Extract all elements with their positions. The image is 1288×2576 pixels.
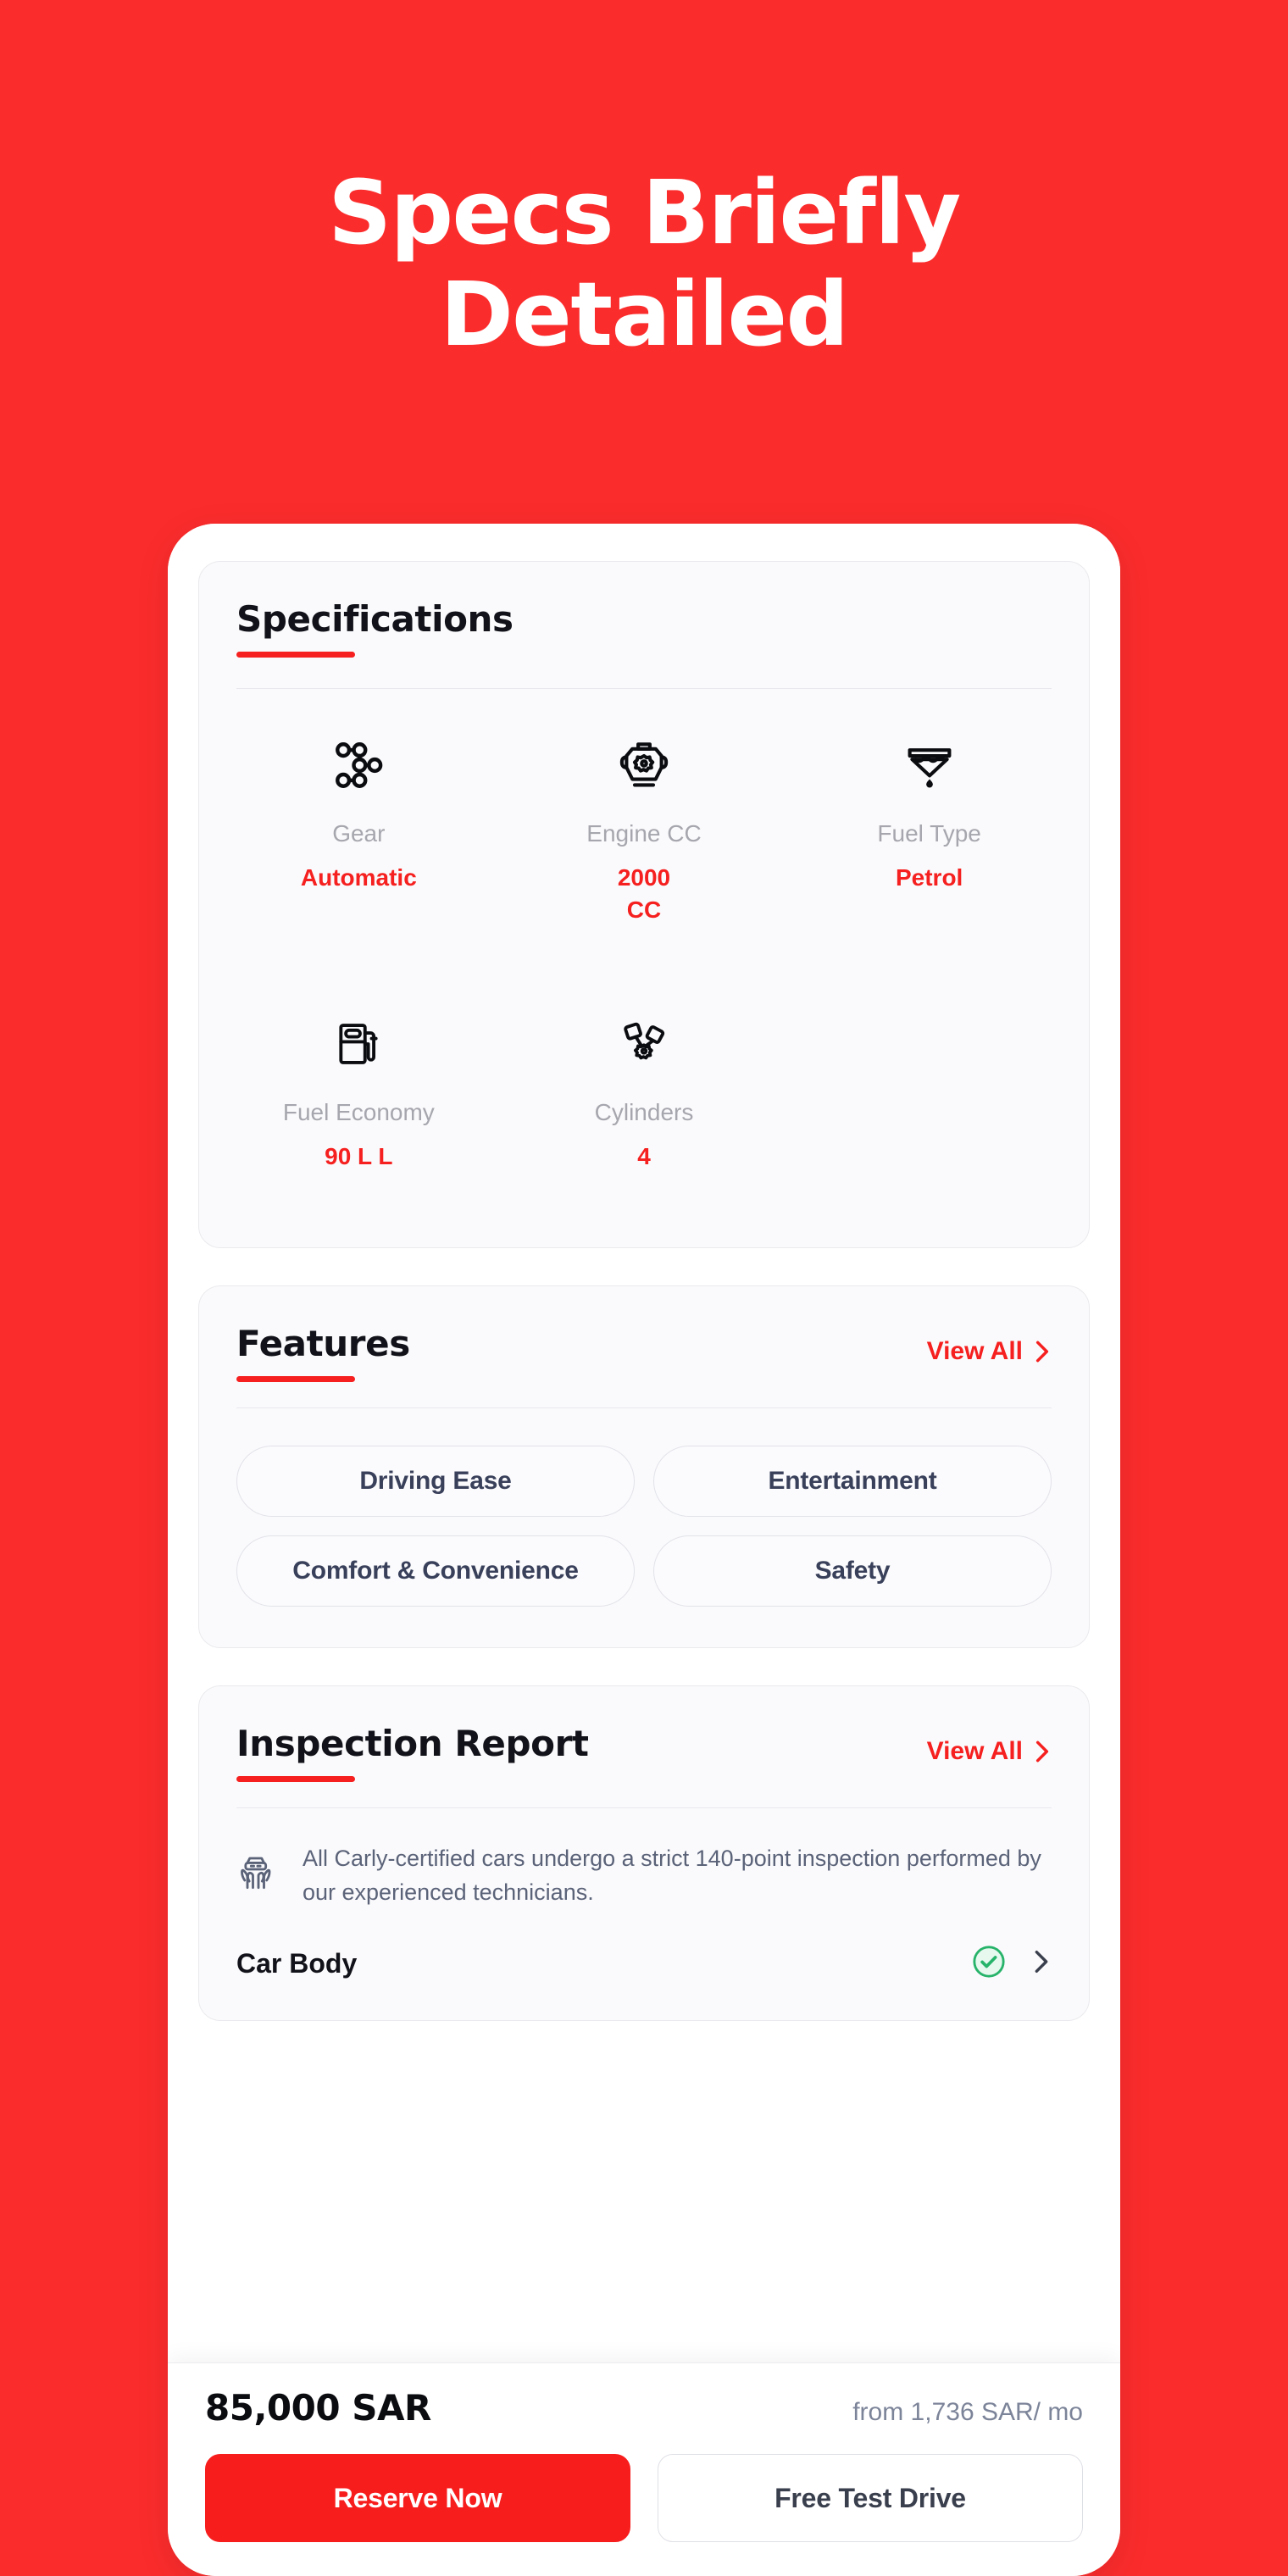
pistons-icon bbox=[618, 1012, 670, 1076]
specifications-grid: Gear Automatic Engine CC 2000 CC Fuel Ty… bbox=[199, 689, 1089, 1247]
inspection-note-text: All Carly-certified cars undergo a stric… bbox=[303, 1846, 1041, 1905]
feature-chip[interactable]: Safety bbox=[653, 1535, 1052, 1607]
specifications-title: Specifications bbox=[236, 598, 514, 640]
price-row: 85,000 SAR from 1,736 SAR/ mo bbox=[205, 2387, 1083, 2429]
spec-label: Cylinders bbox=[594, 1099, 694, 1126]
spec-item-fuel-economy: Fuel Economy 90 L L bbox=[216, 949, 502, 1180]
inspection-view-all-link[interactable]: View All bbox=[927, 1724, 1052, 1766]
chevron-right-icon[interactable] bbox=[1031, 1947, 1052, 1980]
engine-icon bbox=[616, 733, 672, 797]
bottom-action-bar: 85,000 SAR from 1,736 SAR/ mo Reserve No… bbox=[168, 2362, 1120, 2576]
inspection-row-label: Car Body bbox=[236, 1947, 358, 1979]
title-underline bbox=[236, 652, 355, 658]
spec-value: Automatic bbox=[300, 863, 417, 891]
inspection-note: All Carly-certified cars undergo a stric… bbox=[199, 1808, 1089, 1908]
fuel-funnel-icon bbox=[902, 733, 958, 797]
spec-value: Petrol bbox=[895, 863, 963, 891]
spec-item-fuel-type: Fuel Type Petrol bbox=[786, 724, 1072, 934]
spec-label: Fuel Type bbox=[877, 820, 981, 847]
feature-chip[interactable]: Entertainment bbox=[653, 1446, 1052, 1518]
finance-estimate: from 1,736 SAR/ mo bbox=[852, 2398, 1083, 2426]
view-all-label: View All bbox=[926, 1737, 1023, 1766]
scroll-content[interactable]: Specifications Gear Automatic Engine CC … bbox=[168, 524, 1120, 2362]
title-underline bbox=[236, 1776, 355, 1783]
chevron-right-icon bbox=[1033, 1738, 1052, 1765]
car-care-hands-icon bbox=[236, 1842, 280, 1896]
features-header: Features View All bbox=[199, 1286, 1089, 1383]
specifications-card: Specifications Gear Automatic Engine CC … bbox=[198, 561, 1090, 1248]
fuel-pump-icon bbox=[332, 1012, 385, 1076]
inspection-row-car-body[interactable]: Car Body bbox=[199, 1909, 1089, 2020]
page-title-line-2: Detailed bbox=[440, 262, 849, 366]
spec-value: 90 L L bbox=[325, 1143, 393, 1170]
feature-chip[interactable]: Comfort & Convenience bbox=[236, 1535, 635, 1607]
spec-label: Fuel Economy bbox=[282, 1099, 435, 1126]
features-title: Features bbox=[236, 1322, 410, 1364]
features-title-block: Features bbox=[236, 1322, 410, 1383]
spec-label: Engine CC bbox=[586, 820, 702, 847]
reserve-now-button[interactable]: Reserve Now bbox=[205, 2454, 630, 2542]
spec-item-engine-cc: Engine CC 2000 CC bbox=[502, 724, 787, 934]
spec-value: 2000 CC bbox=[617, 863, 671, 923]
page-title-line-1: Specs Briefly bbox=[328, 161, 961, 264]
check-circle-icon bbox=[972, 1945, 1006, 1983]
inspection-header: Inspection Report View All bbox=[199, 1686, 1089, 1783]
features-view-all-link[interactable]: View All bbox=[927, 1324, 1052, 1366]
inspection-row-actions bbox=[972, 1945, 1052, 1983]
spec-grid-spacer bbox=[786, 949, 1072, 1180]
gear-shift-icon bbox=[330, 733, 386, 797]
inspection-report-card: Inspection Report View All All Carly-cer… bbox=[198, 1685, 1090, 2021]
spec-label: Gear bbox=[332, 820, 386, 847]
specifications-header: Specifications bbox=[199, 562, 1089, 658]
price-amount: 85,000 SAR bbox=[205, 2387, 431, 2429]
inspection-title: Inspection Report bbox=[236, 1723, 589, 1765]
view-all-label: View All bbox=[926, 1336, 1023, 1365]
title-underline bbox=[236, 1376, 355, 1383]
features-card: Features View All Driving Ease Entertain… bbox=[198, 1285, 1090, 1649]
free-test-drive-button[interactable]: Free Test Drive bbox=[658, 2454, 1083, 2542]
feature-chip[interactable]: Driving Ease bbox=[236, 1446, 635, 1518]
phone-mockup: Specifications Gear Automatic Engine CC … bbox=[168, 524, 1120, 2576]
inspection-title-block: Inspection Report bbox=[236, 1723, 589, 1783]
chevron-right-icon bbox=[1033, 1338, 1052, 1365]
spec-item-cylinders: Cylinders 4 bbox=[502, 949, 787, 1180]
hero-section: Specs Briefly Detailed bbox=[0, 0, 1288, 365]
page-title: Specs Briefly Detailed bbox=[0, 161, 1288, 366]
cta-row: Reserve Now Free Test Drive bbox=[205, 2454, 1083, 2542]
spec-item-gear: Gear Automatic bbox=[216, 724, 502, 934]
spec-value: 4 bbox=[637, 1143, 651, 1170]
features-chip-list: Driving Ease Entertainment Comfort & Con… bbox=[199, 1408, 1089, 1647]
screen-root: Specs Briefly Detailed Specifications Ge… bbox=[0, 0, 1288, 2576]
